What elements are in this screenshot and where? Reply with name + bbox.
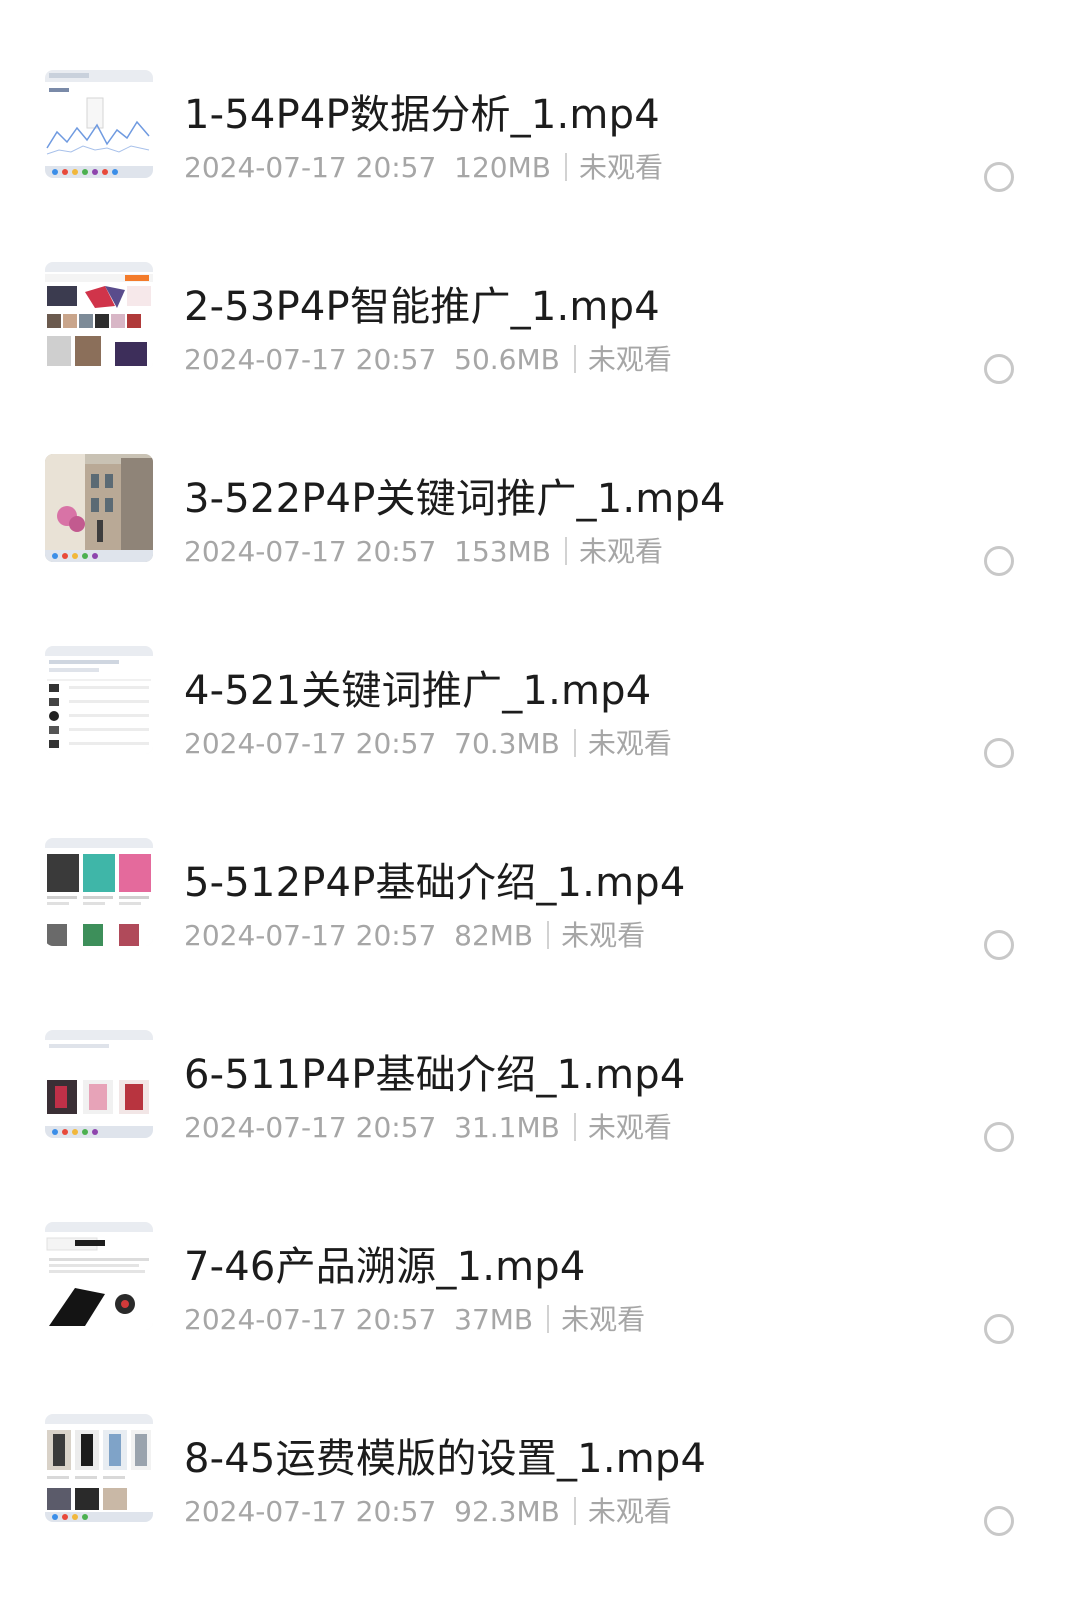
meta-divider xyxy=(564,537,567,565)
file-name: 3-522P4P关键词推广_1.mp4 xyxy=(184,476,726,522)
select-radio-button[interactable] xyxy=(984,1314,1014,1344)
file-size: 120MB xyxy=(454,151,551,184)
video-thumbnail xyxy=(45,262,153,370)
watch-status: 未观看 xyxy=(578,535,663,568)
file-size: 82MB xyxy=(454,919,534,952)
file-name: 2-53P4P智能推广_1.mp4 xyxy=(184,284,660,330)
list-item[interactable]: 6-511P4P基础介绍_1.mp4 2024-07-17 20:57 31.1… xyxy=(0,1012,1080,1204)
file-date: 2024-07-17 20:57 xyxy=(184,343,437,376)
file-size: 70.3MB xyxy=(454,727,560,760)
watch-status: 未观看 xyxy=(578,151,663,184)
meta-divider xyxy=(573,1497,576,1525)
file-size: 50.6MB xyxy=(454,343,560,376)
list-item[interactable]: 7-46产品溯源_1.mp4 2024-07-17 20:57 37MB 未观看 xyxy=(0,1204,1080,1396)
video-thumbnail xyxy=(45,646,153,754)
file-size: 37MB xyxy=(454,1303,534,1336)
file-name: 8-45运费模版的设置_1.mp4 xyxy=(184,1436,707,1482)
file-meta: 2024-07-17 20:57 120MB 未观看 xyxy=(184,146,663,186)
watch-status: 未观看 xyxy=(587,1111,672,1144)
file-name: 1-54P4P数据分析_1.mp4 xyxy=(184,92,660,138)
file-date: 2024-07-17 20:57 xyxy=(184,727,437,760)
list-item[interactable]: 8-45运费模版的设置_1.mp4 2024-07-17 20:57 92.3M… xyxy=(0,1396,1080,1588)
watch-status: 未观看 xyxy=(561,1303,646,1336)
meta-divider xyxy=(573,345,576,373)
select-radio-button[interactable] xyxy=(984,930,1014,960)
file-date: 2024-07-17 20:57 xyxy=(184,151,437,184)
file-date: 2024-07-17 20:57 xyxy=(184,1303,437,1336)
file-meta: 2024-07-17 20:57 82MB 未观看 xyxy=(184,914,645,954)
file-date: 2024-07-17 20:57 xyxy=(184,1495,437,1528)
file-meta: 2024-07-17 20:57 31.1MB 未观看 xyxy=(184,1106,672,1146)
file-name: 6-511P4P基础介绍_1.mp4 xyxy=(184,1052,686,1098)
file-date: 2024-07-17 20:57 xyxy=(184,919,437,952)
file-name: 7-46产品溯源_1.mp4 xyxy=(184,1244,586,1290)
file-meta: 2024-07-17 20:57 153MB 未观看 xyxy=(184,530,663,570)
file-date: 2024-07-17 20:57 xyxy=(184,535,437,568)
list-item[interactable]: 5-512P4P基础介绍_1.mp4 2024-07-17 20:57 82MB… xyxy=(0,820,1080,1012)
select-radio-button[interactable] xyxy=(984,354,1014,384)
meta-divider xyxy=(573,729,576,757)
select-radio-button[interactable] xyxy=(984,162,1014,192)
watch-status: 未观看 xyxy=(587,343,672,376)
meta-divider xyxy=(564,153,567,181)
file-meta: 2024-07-17 20:57 92.3MB 未观看 xyxy=(184,1490,672,1530)
watch-status: 未观看 xyxy=(587,727,672,760)
video-thumbnail xyxy=(45,1030,153,1138)
file-meta: 2024-07-17 20:57 50.6MB 未观看 xyxy=(184,338,672,378)
meta-divider xyxy=(547,921,550,949)
file-size: 92.3MB xyxy=(454,1495,560,1528)
video-file-list: 1-54P4P数据分析_1.mp4 2024-07-17 20:57 120MB… xyxy=(0,0,1080,1618)
file-size: 153MB xyxy=(454,535,551,568)
list-item[interactable]: 1-54P4P数据分析_1.mp4 2024-07-17 20:57 120MB… xyxy=(0,52,1080,244)
file-name: 4-521关键词推广_1.mp4 xyxy=(184,668,652,714)
select-radio-button[interactable] xyxy=(984,546,1014,576)
meta-divider xyxy=(573,1113,576,1141)
list-item[interactable]: 2-53P4P智能推广_1.mp4 2024-07-17 20:57 50.6M… xyxy=(0,244,1080,436)
list-item[interactable]: 4-521关键词推广_1.mp4 2024-07-17 20:57 70.3MB… xyxy=(0,628,1080,820)
select-radio-button[interactable] xyxy=(984,1506,1014,1536)
file-meta: 2024-07-17 20:57 70.3MB 未观看 xyxy=(184,722,672,762)
select-radio-button[interactable] xyxy=(984,738,1014,768)
meta-divider xyxy=(547,1305,550,1333)
select-radio-button[interactable] xyxy=(984,1122,1014,1152)
watch-status: 未观看 xyxy=(561,919,646,952)
video-thumbnail xyxy=(45,1222,153,1330)
file-size: 31.1MB xyxy=(454,1111,560,1144)
video-thumbnail xyxy=(45,838,153,946)
file-name: 5-512P4P基础介绍_1.mp4 xyxy=(184,860,686,906)
video-thumbnail xyxy=(45,454,153,562)
video-thumbnail xyxy=(45,1414,153,1522)
list-item[interactable]: 3-522P4P关键词推广_1.mp4 2024-07-17 20:57 153… xyxy=(0,436,1080,628)
video-thumbnail xyxy=(45,70,153,178)
file-date: 2024-07-17 20:57 xyxy=(184,1111,437,1144)
file-meta: 2024-07-17 20:57 37MB 未观看 xyxy=(184,1298,645,1338)
watch-status: 未观看 xyxy=(587,1495,672,1528)
